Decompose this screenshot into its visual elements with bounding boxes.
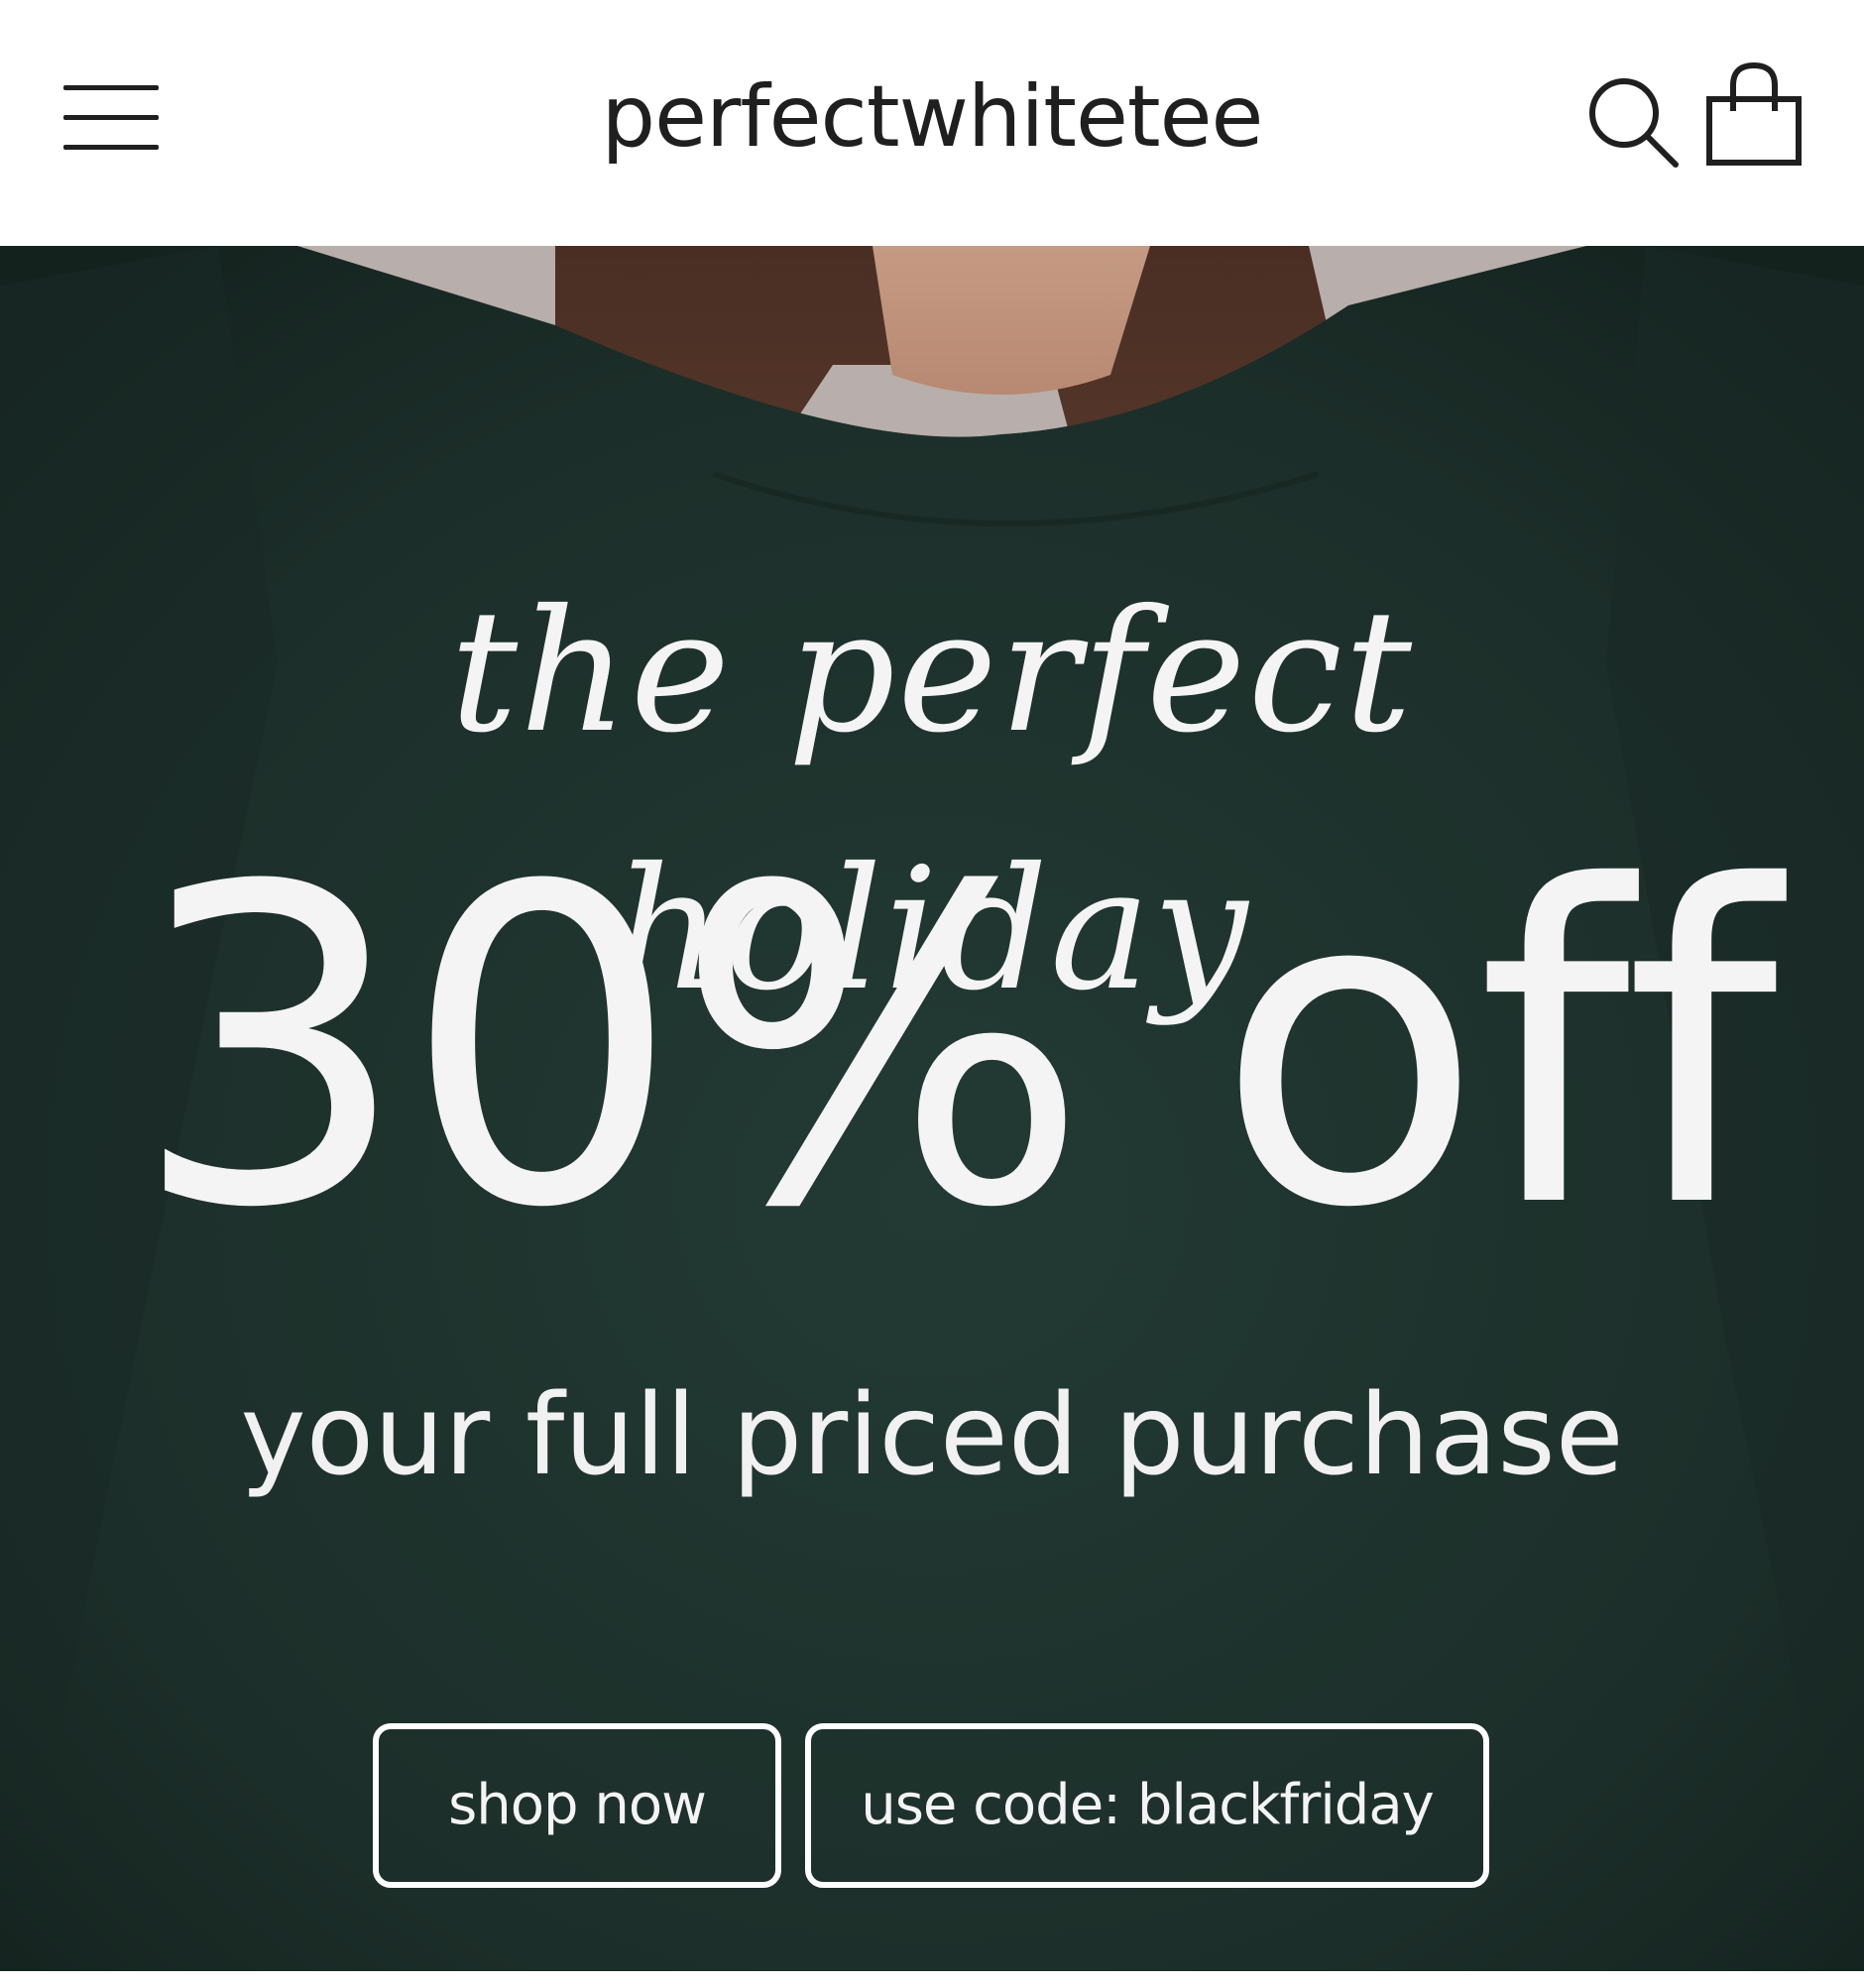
menu-bar [63,145,159,150]
site-header: perfectwhitetee [0,0,1864,246]
menu-bar [63,115,159,120]
shopping-bag-icon[interactable] [1699,59,1808,171]
promo-code-button[interactable]: use code: blackfriday [805,1723,1489,1888]
shop-now-button[interactable]: shop now [373,1723,781,1888]
hero-subheadline: your full priced purchase [240,1371,1624,1500]
search-icon[interactable] [1580,69,1684,173]
hero-discount-headline: 30% off [131,795,1779,1303]
menu-bar [63,85,159,90]
hamburger-menu-icon[interactable] [56,75,167,165]
shopping-bag-icon-graphic [1706,61,1802,166]
hero-banner[interactable]: the perfect holiday 30% off your full pr… [0,246,1864,1971]
page-bottom-edge [0,1971,1864,1988]
hero-script-text: the perfect holiday [449,574,1415,1028]
search-icon-graphic [1589,78,1679,168]
brand-logo[interactable]: perfectwhitetee [456,58,1408,176]
